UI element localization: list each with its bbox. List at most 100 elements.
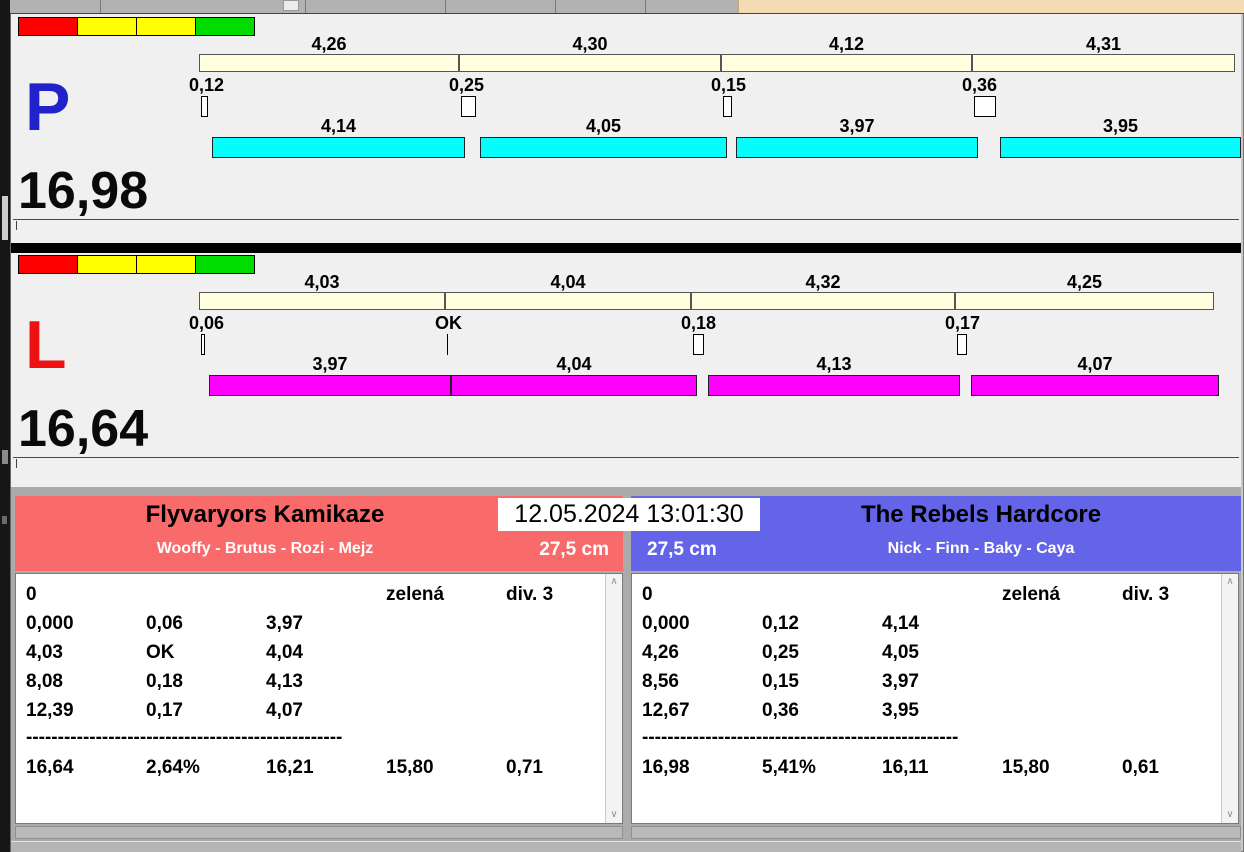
changeover-gap-marker — [201, 96, 208, 117]
split-time-label: 4,31 — [972, 34, 1235, 55]
scroll-down-arrow[interactable]: ∨ — [606, 808, 622, 822]
result-cell: 0,17 — [146, 700, 183, 722]
result-cell: 0,61 — [1122, 757, 1159, 779]
result-cell: 15,80 — [1002, 757, 1050, 779]
split-time-bar — [972, 54, 1235, 72]
results-separator: ----------------------------------------… — [26, 727, 342, 749]
dog-time-label: 3,95 — [1000, 116, 1241, 137]
result-cell: 0,18 — [146, 671, 183, 693]
dog-time-bar — [971, 375, 1219, 396]
result-cell: 3,97 — [882, 671, 919, 693]
result-cell: 16,64 — [26, 757, 74, 779]
split-time-label: 4,32 — [691, 272, 955, 293]
result-cell: 3,95 — [882, 700, 919, 722]
dog-time-label: 3,97 — [209, 354, 451, 375]
lane-total-time: 16,98 — [18, 165, 148, 217]
vertical-scrollbar[interactable]: ∧∨ — [605, 574, 622, 823]
lane-divider — [11, 243, 1241, 253]
toolbar-divider — [555, 0, 556, 13]
results-table[interactable]: 0zelenádiv. 30,0000,063,974,03OK4,048,08… — [16, 574, 605, 823]
team-name: The Rebels Hardcore — [731, 501, 1231, 529]
toolbar-divider — [305, 0, 306, 13]
scroll-down-arrow[interactable]: ∨ — [1222, 808, 1238, 822]
dog-time-label: 4,07 — [971, 354, 1219, 375]
scoreboard-screen: P4,260,124,144,300,254,054,120,153,974,3… — [0, 0, 1244, 852]
result-cell: 0,12 — [762, 613, 799, 635]
result-cell: 0,25 — [762, 642, 799, 664]
result-cell: div. 3 — [1122, 584, 1169, 606]
changeover-time-label: 0,17 — [945, 313, 980, 334]
scroll-up-arrow[interactable]: ∧ — [606, 575, 622, 589]
results-separator: ----------------------------------------… — [642, 727, 958, 749]
background-window-edge — [0, 0, 10, 852]
team-results-right: 0zelenádiv. 30,0000,124,144,260,254,058,… — [631, 573, 1239, 824]
dog-time-label: 4,14 — [212, 116, 465, 137]
empty-status-strip — [13, 457, 1239, 480]
dog-time-bar — [1000, 137, 1241, 158]
changeover-gap-marker — [974, 96, 996, 117]
result-cell: 4,03 — [26, 642, 63, 664]
background-artifact — [2, 450, 8, 464]
jump-height: 27,5 cm — [647, 539, 717, 561]
split-time-label: 4,25 — [955, 272, 1214, 293]
dog-time-label: 3,97 — [736, 116, 978, 137]
horizontal-scrollbar[interactable] — [15, 826, 623, 839]
result-cell: 16,98 — [642, 757, 690, 779]
vertical-scrollbar[interactable]: ∧∨ — [1221, 574, 1238, 823]
split-time-label: 4,26 — [199, 34, 459, 55]
result-cell: 3,97 — [266, 613, 303, 635]
result-cell: 4,04 — [266, 642, 303, 664]
result-cell: 8,08 — [26, 671, 63, 693]
dog-time-bar — [451, 375, 697, 396]
background-scrollbar-thumb — [2, 196, 8, 240]
split-time-bar — [199, 54, 459, 72]
result-cell: 0,71 — [506, 757, 543, 779]
lane-letter: L — [25, 311, 67, 379]
background-panel — [737, 0, 1244, 13]
status-bar — [11, 841, 1241, 852]
race-display-window: P4,260,124,144,300,254,054,120,153,974,3… — [10, 13, 1241, 852]
result-cell: 4,26 — [642, 642, 679, 664]
lane-total-time: 16,64 — [18, 403, 148, 455]
changeover-time-label: 0,15 — [711, 75, 746, 96]
changeover-time-label: 0,18 — [681, 313, 716, 334]
result-cell: 8,56 — [642, 671, 679, 693]
traffic-light — [77, 255, 137, 274]
changeover-gap-marker — [461, 96, 476, 117]
split-time-label: 4,30 — [459, 34, 721, 55]
changeover-gap-marker — [723, 96, 732, 117]
dog-time-bar — [708, 375, 960, 396]
result-cell: zelená — [386, 584, 444, 606]
split-time-bar — [445, 292, 691, 310]
dog-time-bar — [209, 375, 451, 396]
toolbar-divider — [100, 0, 101, 13]
result-cell: div. 3 — [506, 584, 553, 606]
result-cell: 16,11 — [882, 757, 929, 779]
changeover-time-label: 0,36 — [962, 75, 997, 96]
result-cell: 0,15 — [762, 671, 799, 693]
result-cell: 0,06 — [146, 613, 183, 635]
toolbar-divider — [445, 0, 446, 13]
scroll-up-arrow[interactable]: ∧ — [1222, 575, 1238, 589]
split-time-bar — [955, 292, 1214, 310]
dog-time-bar — [212, 137, 465, 158]
traffic-light — [136, 17, 196, 36]
result-cell: 4,07 — [266, 700, 303, 722]
result-cell: 4,05 — [882, 642, 919, 664]
team-name: Flyvaryors Kamikaze — [15, 501, 515, 529]
traffic-light — [136, 255, 196, 274]
toolbar-button[interactable] — [283, 0, 299, 11]
team-lineup: Wooffy - Brutus - Rozi - Mejz — [15, 540, 515, 558]
horizontal-scrollbar[interactable] — [631, 826, 1241, 839]
result-cell: 2,64% — [146, 757, 200, 779]
changeover-time-label: 0,25 — [449, 75, 484, 96]
traffic-light — [18, 17, 78, 36]
background-toolbar — [10, 0, 1244, 14]
empty-status-strip — [13, 219, 1239, 242]
split-time-label: 4,03 — [199, 272, 445, 293]
jump-height: 27,5 cm — [539, 539, 609, 561]
results-table[interactable]: 0zelenádiv. 30,0000,124,144,260,254,058,… — [632, 574, 1221, 823]
changeover-gap-marker — [201, 334, 205, 355]
changeover-time-label: 0,12 — [189, 75, 224, 96]
team-lineup: Nick - Finn - Baky - Caya — [731, 540, 1231, 558]
